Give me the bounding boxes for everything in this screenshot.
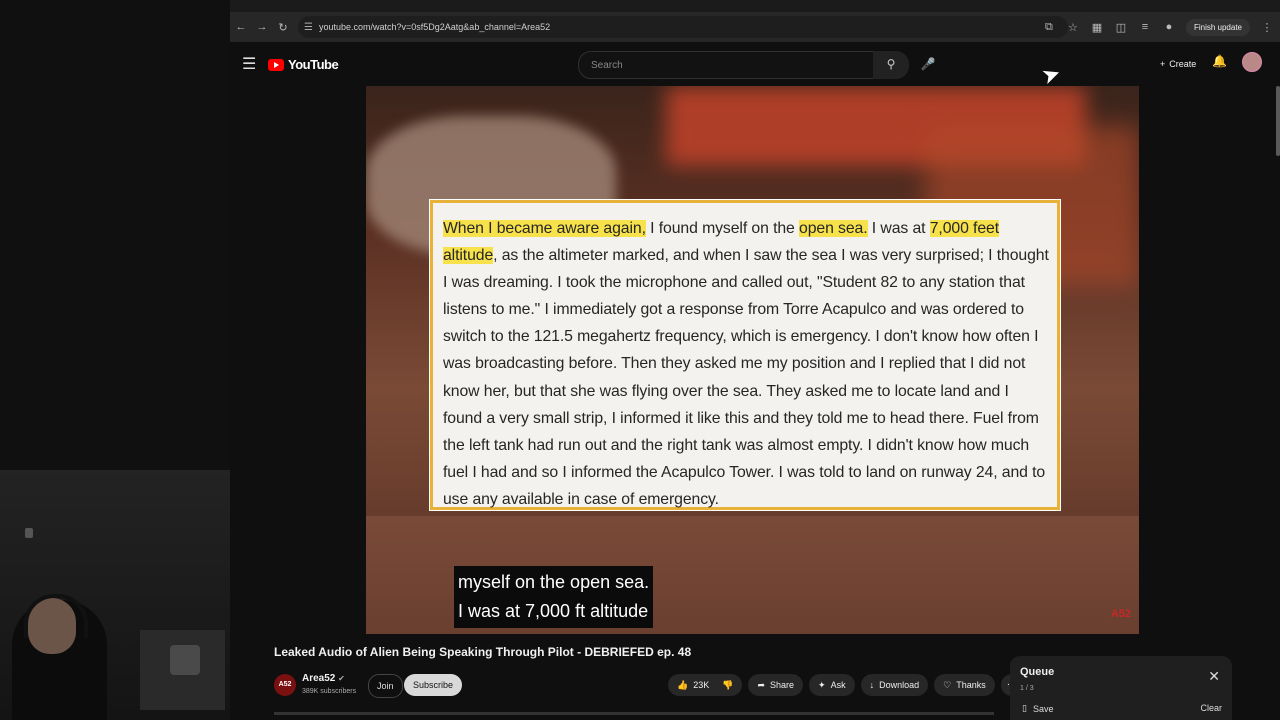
- channel-name-text[interactable]: Area52: [302, 673, 335, 684]
- ask-button[interactable]: ✦ Ask: [809, 674, 855, 696]
- channel-watermark[interactable]: A52: [1111, 608, 1131, 620]
- verified-icon: ✔: [338, 674, 345, 683]
- transcript-card: When I became aware again, I found mysel…: [430, 200, 1060, 510]
- like-button[interactable]: 👍 23K 👎: [668, 674, 743, 696]
- install-icon[interactable]: ⧉: [1042, 21, 1056, 34]
- share-label: Share: [770, 680, 795, 690]
- webcam-overlay: [0, 470, 230, 720]
- transcript-text: When I became aware again, I found mysel…: [443, 215, 1049, 513]
- create-button[interactable]: + Create: [1154, 54, 1202, 74]
- webcam-wall-object: [25, 528, 33, 538]
- download-icon: ↓: [869, 680, 875, 690]
- join-button[interactable]: Join: [368, 674, 403, 698]
- media-icon[interactable]: ≡: [1138, 21, 1152, 33]
- address-bar-row: ← → ↻ ☰ youtube.com/watch?v=0sf5Dg2Aatg&…: [230, 12, 1280, 42]
- queue-panel[interactable]: Queue 1 / 3 ✕ ▯ Save Clear: [1010, 656, 1232, 720]
- search-input[interactable]: [589, 59, 853, 72]
- highlight-phrase: open sea.: [799, 220, 868, 237]
- browser-toolbar-right: ⧉ ☆ ▦ ◫ ≡ ● Finish update ⋮: [1042, 16, 1280, 38]
- menu-kebab-icon[interactable]: ⋮: [1260, 21, 1274, 34]
- bookmark-star-icon[interactable]: ☆: [1066, 21, 1080, 34]
- subscribe-button[interactable]: Subscribe: [404, 674, 463, 696]
- search-button[interactable]: ⚲: [873, 51, 909, 79]
- tab-strip[interactable]: [230, 0, 1280, 12]
- youtube-masthead: ☰ YouTube ⚲ 🎤 + Create 🔔 ➤: [230, 42, 1280, 89]
- caption-line: I was at 7,000 ft altitude: [458, 601, 649, 621]
- video-player[interactable]: When I became aware again, I found mysel…: [366, 86, 1139, 634]
- extensions-icon[interactable]: ▦: [1090, 21, 1104, 34]
- youtube-play-icon: [268, 58, 284, 71]
- search-icon: ⚲: [886, 57, 896, 71]
- profile-icon[interactable]: ●: [1162, 21, 1176, 33]
- queue-save-label: Save: [1032, 703, 1054, 714]
- thanks-label: Thanks: [956, 680, 986, 690]
- closed-caption: myself on the open sea. I was at 7,000 f…: [454, 566, 654, 628]
- download-label: Download: [879, 680, 920, 690]
- voice-search-icon[interactable]: 🎤: [918, 54, 938, 74]
- dislike-icon[interactable]: 👎: [722, 674, 733, 696]
- subscriber-count: 389K subscribers: [302, 688, 357, 695]
- queue-title: Queue: [1020, 666, 1055, 678]
- reload-icon[interactable]: ↻: [273, 21, 293, 34]
- youtube-logo[interactable]: YouTube: [268, 57, 339, 72]
- thumbs-up-icon: 👍: [677, 680, 689, 690]
- site-info-icon[interactable]: ☰: [304, 22, 313, 33]
- finish-update-button[interactable]: Finish update: [1185, 18, 1250, 36]
- sidepanel-icon[interactable]: ◫: [1114, 21, 1128, 34]
- sparkle-icon: ✦: [818, 680, 826, 690]
- notifications-bell-icon[interactable]: 🔔: [1212, 54, 1227, 68]
- menu-icon[interactable]: ☰: [242, 54, 256, 74]
- desktop-background: [0, 0, 230, 470]
- back-icon[interactable]: ←: [231, 21, 251, 33]
- bookmark-icon: ▯: [1022, 703, 1027, 713]
- transcript-segment: I found myself on the: [645, 220, 800, 237]
- close-icon[interactable]: ✕: [1208, 668, 1220, 685]
- transcript-segment: I was at: [867, 220, 930, 237]
- queue-count: 1 / 3: [1020, 685, 1034, 692]
- video-actions: 👍 23K 👎 ➦ Share ✦ Ask ↓ Download ♡ Thank…: [668, 674, 1023, 696]
- like-count: 23K: [693, 680, 710, 690]
- share-button[interactable]: ➦ Share: [748, 674, 804, 696]
- ask-label: Ask: [830, 680, 846, 690]
- caption-line: myself on the open sea.: [458, 572, 650, 592]
- forward-icon[interactable]: →: [252, 21, 272, 33]
- transcript-segment: , as the altimeter marked, and when I sa…: [443, 247, 1049, 508]
- omnibox[interactable]: ☰ youtube.com/watch?v=0sf5Dg2Aatg&ab_cha…: [298, 16, 1068, 38]
- share-icon: ➦: [757, 680, 765, 690]
- channel-avatar[interactable]: A52: [274, 674, 296, 696]
- browser-window: ← → ↻ ☰ youtube.com/watch?v=0sf5Dg2Aatg&…: [230, 0, 1280, 89]
- page-scrollbar[interactable]: [1276, 86, 1280, 156]
- queue-clear-button[interactable]: Clear: [1200, 703, 1222, 713]
- plus-icon: +: [1160, 59, 1166, 69]
- queue-save-button[interactable]: ▯ Save: [1022, 703, 1053, 714]
- webcam-equipment-detail: [170, 645, 200, 675]
- highlight-phrase: When I became aware again,: [443, 220, 646, 237]
- youtube-logo-text: YouTube: [288, 57, 339, 72]
- channel-name[interactable]: Area52 ✔: [302, 673, 345, 684]
- download-button[interactable]: ↓ Download: [860, 674, 929, 696]
- bottom-divider: [274, 712, 994, 715]
- thanks-icon: ♡: [943, 680, 952, 690]
- create-label: Create: [1169, 59, 1197, 69]
- search-box[interactable]: [578, 51, 874, 79]
- thanks-button[interactable]: ♡ Thanks: [934, 674, 995, 696]
- url-text[interactable]: youtube.com/watch?v=0sf5Dg2Aatg&ab_chann…: [319, 22, 550, 32]
- video-title: Leaked Audio of Alien Being Speaking Thr…: [274, 645, 692, 659]
- account-avatar[interactable]: [1242, 52, 1262, 72]
